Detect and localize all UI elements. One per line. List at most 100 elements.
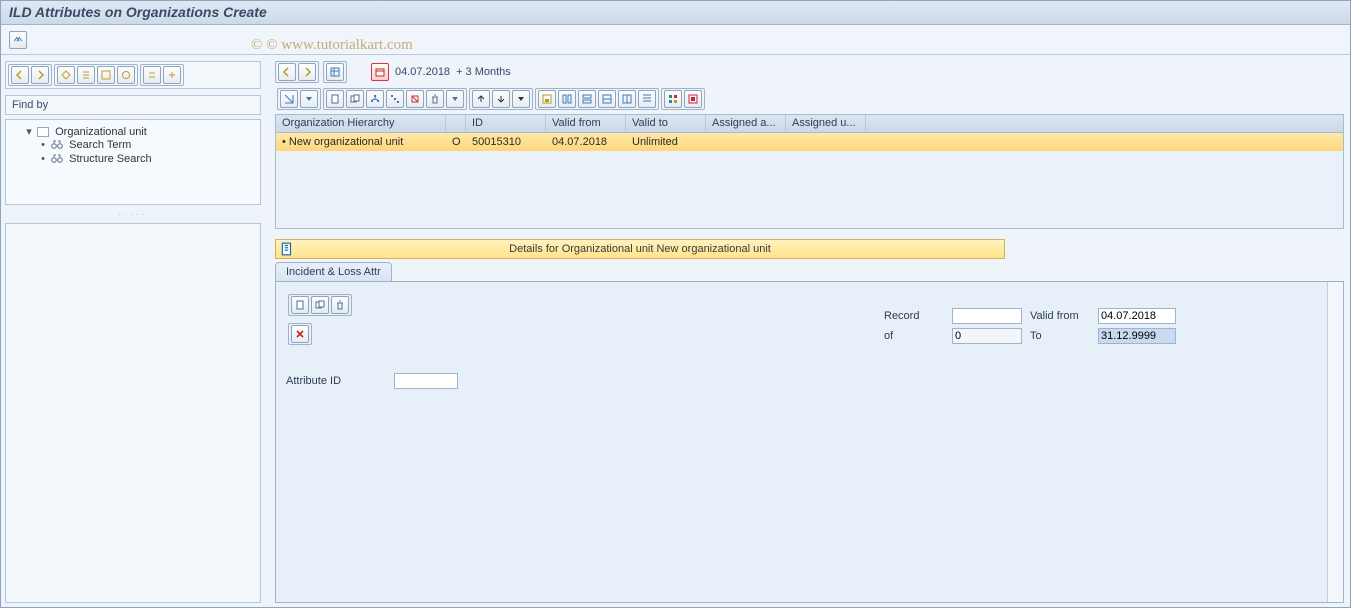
to-label: To [1030,330,1090,342]
collapse-all-icon[interactable] [143,66,161,84]
valid-from-label: Valid from [1030,310,1090,322]
application-toolbar [1,25,1350,55]
right-pane: 04.07.2018 + 3 Months [265,55,1350,608]
details-banner: Details for Organizational unit New orga… [275,239,1005,259]
cancel-icon[interactable] [291,325,309,343]
calendar-icon[interactable] [371,63,389,81]
binoculars-icon [51,140,63,150]
move-down-icon[interactable] [492,90,510,108]
col-assigned-until[interactable]: Assigned u... [786,115,866,132]
tab-incident-loss-attr[interactable]: Incident & Loss Attr [275,262,392,281]
left-bottom-box [5,223,261,603]
hierarchy-b-icon[interactable] [386,90,404,108]
col-valid-from[interactable]: Valid from [546,115,626,132]
cols-a-icon[interactable] [558,90,576,108]
col-valid-to[interactable]: Valid to [626,115,706,132]
cols-c-icon[interactable] [598,90,616,108]
folder-icon [37,127,49,137]
nav-back-button[interactable] [11,66,29,84]
tree-expand-icon[interactable]: ▾ [24,125,34,138]
of-row: of To [884,328,1176,344]
hist-forward-button[interactable] [298,63,316,81]
bullet-icon: • [38,153,48,165]
tree-root-label: Organizational unit [55,126,147,138]
details-banner-text: Details for Organizational unit New orga… [298,243,1004,255]
new-icon[interactable] [326,90,344,108]
copy-icon[interactable] [346,90,364,108]
new-record-icon[interactable] [291,296,309,314]
save-icon[interactable] [538,90,556,108]
bookmark-d-icon[interactable] [117,66,135,84]
nav-forward-button[interactable] [31,66,49,84]
cell-assigned-until [786,140,866,144]
title-bar: ILD Attributes on Organizations Create [1,1,1350,25]
grid-b-icon[interactable] [684,90,702,108]
cols-b-icon[interactable] [578,90,596,108]
details-doc-icon [276,240,298,258]
cell-hierarchy: • New organizational unit [276,134,446,150]
find-by-tree[interactable]: ▾ Organizational unit • Search Term • [5,119,261,205]
splitter-handle[interactable]: ····· [5,209,261,219]
cell-valid-from: 04.07.2018 [546,134,626,150]
of-label: of [884,330,944,342]
col-code[interactable] [446,115,466,132]
hierarchy-table: Organization Hierarchy ID Valid from Val… [275,114,1344,229]
left-toolbar-box [5,61,261,89]
left-pane: Find by ▾ Organizational unit • Search T… [1,55,265,608]
attribute-id-label: Attribute ID [286,375,386,387]
nav-toolbar [6,62,260,88]
delete-icon[interactable] [426,90,444,108]
bookmark-a-icon[interactable] [57,66,75,84]
bullet-icon: • [38,139,48,151]
tree-item-structure-search[interactable]: • Structure Search [38,152,256,166]
attribute-id-input[interactable] [394,373,458,389]
delete-record-icon[interactable] [331,296,349,314]
col-id[interactable]: ID [466,115,546,132]
tree-root-organizational-unit[interactable]: ▾ Organizational unit • Search Term • [24,124,256,167]
hierarchy-a-icon[interactable] [366,90,384,108]
right-top-toolbars: 04.07.2018 + 3 Months [267,61,1344,114]
move-up-icon[interactable] [472,90,490,108]
delete-drop-icon[interactable] [446,90,464,108]
detail-panel: Record Valid from of To Attribute ID [275,281,1344,603]
valid-from-input[interactable] [1098,308,1176,324]
to-value [1098,328,1176,344]
content-area: Find by ▾ Organizational unit • Search T… [1,55,1350,608]
tab-strip: Incident & Loss Attr [275,262,1344,281]
toggle-edit-icon[interactable] [9,31,27,49]
bookmark-b-icon[interactable] [77,66,95,84]
cell-assigned-as [706,140,786,144]
record-row: Record Valid from [884,308,1176,324]
cols-d-icon[interactable] [618,90,636,108]
bullet-icon: • [282,136,286,148]
hist-back-button[interactable] [278,63,296,81]
find-by-label: Find by [5,95,261,115]
table-header: Organization Hierarchy ID Valid from Val… [276,115,1343,133]
grid-a-icon[interactable] [664,90,682,108]
col-hierarchy[interactable]: Organization Hierarchy [276,115,446,132]
delimit-icon[interactable] [406,90,424,108]
tree-item-label: Structure Search [69,153,152,165]
bookmark-c-icon[interactable] [97,66,115,84]
table-row[interactable]: • New organizational unit O 50015310 04.… [276,133,1343,151]
cols-e-icon[interactable] [638,90,656,108]
vertical-scrollbar[interactable] [1327,282,1343,602]
date-layout-icon[interactable] [326,63,344,81]
expand-all-icon[interactable] [163,66,181,84]
pick-drop-icon[interactable] [300,90,318,108]
attribute-id-row: Attribute ID [286,373,1333,389]
page-title: ILD Attributes on Organizations Create [9,4,267,20]
pick-icon[interactable] [280,90,298,108]
cell-code: O [446,134,466,150]
col-assigned-as[interactable]: Assigned a... [706,115,786,132]
table-body[interactable]: • New organizational unit O 50015310 04.… [276,133,1343,228]
cell-name: New organizational unit [289,136,403,148]
tree-item-search-term[interactable]: • Search Term [38,138,256,152]
move-drop-icon[interactable] [512,90,530,108]
app-window: ILD Attributes on Organizations Create ©… [0,0,1351,608]
date-hint-plus: + 3 Months [456,66,511,78]
hierarchy-toolbar [275,86,1344,112]
copy-record-icon[interactable] [311,296,329,314]
tree-item-label: Search Term [69,139,131,151]
record-input[interactable] [952,308,1022,324]
